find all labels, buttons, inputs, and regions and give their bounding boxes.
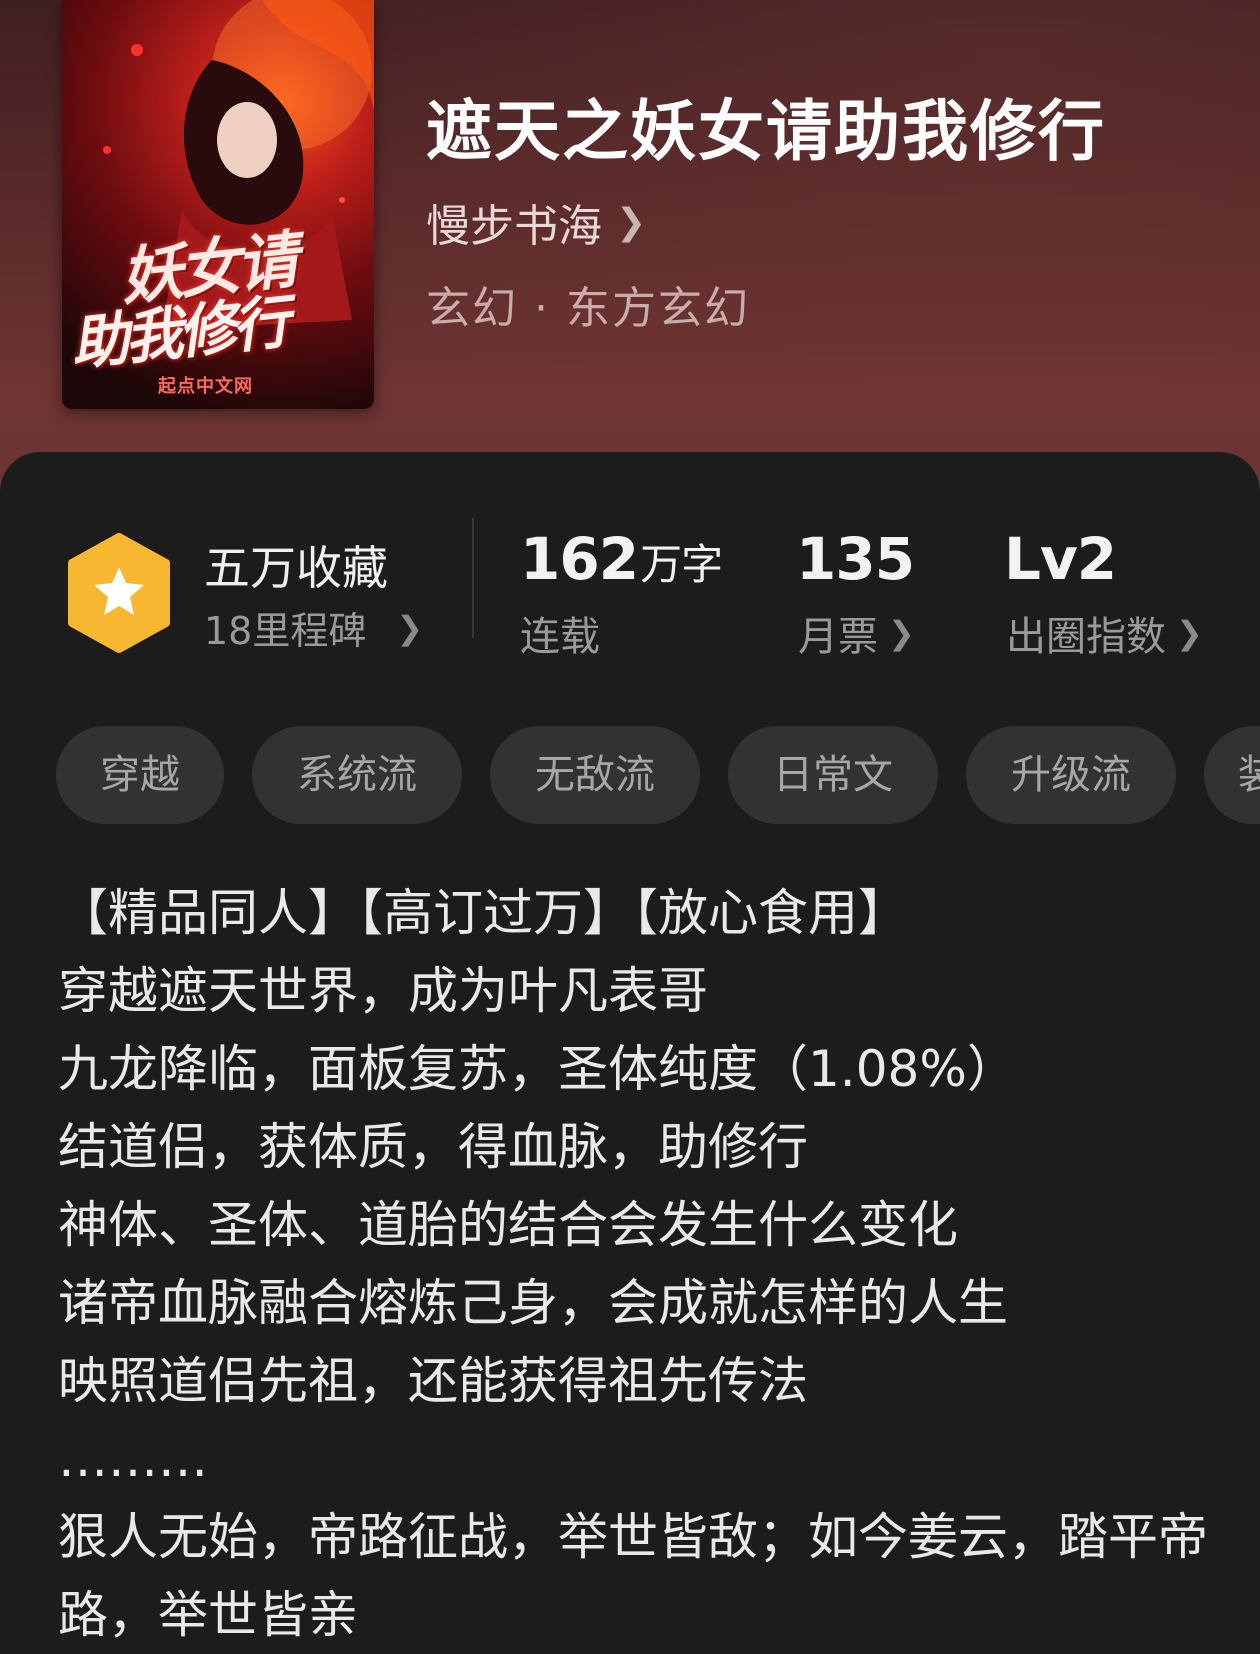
description-line: 穿越遮天世界，成为叶凡表哥 [58,962,708,1020]
description-line: ……… [58,1430,208,1488]
author-name: 慢步书海 [426,201,602,252]
book-title: 遮天之妖女请助我修行 [426,92,1106,170]
milestone-link[interactable]: 18里程碑 ❯ [204,600,423,655]
serial-status: 连载 [520,604,600,662]
description-line: 九龙降临，面板复苏，圣体纯度（1.08%） [58,1040,1017,1098]
description-line: 神体、圣体、道胎的结合会发生什么变化 [58,1196,958,1254]
monthly-votes-label: 月票 [798,614,878,660]
chevron-right-icon: ❯ [616,201,647,243]
tag-chip[interactable]: 无敌流 [490,726,700,824]
book-cover[interactable]: 妖女请 助我修行 起点中文网 [62,0,374,409]
chevron-right-icon: ❯ [1176,614,1203,652]
description-line: 狠人无始，帝路征战，举世皆敌；如今姜云，踏平帝路，举世皆亲 [58,1508,1208,1644]
book-description[interactable]: 【精品同人】【高订过万】【放心食用】 穿越遮天世界，成为叶凡表哥 九龙降临，面板… [58,874,1208,1654]
monthly-votes-value: 135 [796,525,915,593]
word-count: 162万字 [520,525,723,593]
popularity-link[interactable]: 出圈指数 ❯ [1006,604,1203,662]
popularity-label: 出圈指数 [1006,614,1166,660]
tag-chip[interactable]: 升级流 [966,726,1176,824]
book-genre: 玄幻 · 东方玄幻 [426,283,750,334]
chevron-right-icon: ❯ [396,608,424,647]
tag-chip[interactable]: 日常文 [728,726,938,824]
word-count-value: 162 [520,525,639,593]
tag-list: 穿越 系统流 无敌流 日常文 升级流 装 [56,726,1260,824]
star-hexagon-icon[interactable] [64,533,174,653]
tag-chip[interactable]: 装 [1204,726,1260,824]
chevron-right-icon: ❯ [888,614,915,652]
description-line: 映照道侣先祖，还能获得祖先传法 [58,1352,808,1410]
author-link[interactable]: 慢步书海 ❯ [426,190,646,254]
tag-chip[interactable]: 系统流 [252,726,462,824]
favorites-title: 五万收藏 [204,541,388,595]
popularity-value: Lv2 [1004,525,1117,593]
stats-divider [472,518,474,638]
description-line: 诸帝血脉融合熔炼己身，会成就怎样的人生 [58,1274,1008,1332]
description-line: 结道侣，获体质，得血脉，助修行 [58,1118,808,1176]
description-line: 【精品同人】【高订过万】【放心食用】 [58,884,908,942]
serial-status-label: 连载 [520,614,600,660]
milestone-label: 18里程碑 [204,609,367,653]
word-count-unit: 万字 [640,540,723,589]
monthly-votes-link[interactable]: 月票 ❯ [798,604,915,662]
tag-chip[interactable]: 穿越 [56,726,224,824]
cover-publisher: 起点中文网 [158,376,253,397]
